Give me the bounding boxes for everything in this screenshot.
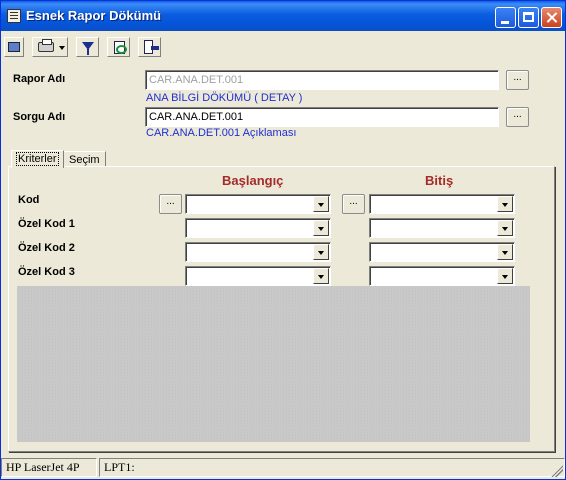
- ozel-kod-3-start-select[interactable]: [185, 266, 331, 286]
- printer-name: HP LaserJet 4P: [1, 458, 97, 477]
- rapor-field[interactable]: CAR.ANA.DET.001: [145, 70, 499, 90]
- exit-button[interactable]: [138, 37, 161, 57]
- chevron-down-icon[interactable]: [313, 196, 329, 212]
- filter-button[interactable]: [76, 37, 99, 57]
- tab-kriterler[interactable]: Kriterler: [11, 150, 64, 168]
- end-header: Bitiş: [425, 173, 454, 188]
- chevron-down-icon[interactable]: [497, 196, 513, 212]
- kod-start-select[interactable]: [185, 194, 331, 214]
- tab-secim-label: Seçim: [69, 154, 100, 166]
- ozel-kod-1-label: Özel Kod 1: [18, 218, 75, 230]
- minimize-button[interactable]: [495, 7, 516, 28]
- print-preview-button[interactable]: [4, 37, 24, 57]
- refresh-icon: [114, 41, 127, 54]
- ozel-kod-1-start-select[interactable]: [185, 218, 331, 238]
- resize-grip-icon[interactable]: [551, 465, 563, 477]
- chevron-down-icon[interactable]: [313, 220, 329, 236]
- start-header: Başlangıç: [222, 173, 284, 188]
- ozel-kod-3-end-select[interactable]: [369, 266, 515, 286]
- tab-kriterler-label: Kriterler: [16, 152, 59, 166]
- tab-secim[interactable]: Seçim: [63, 151, 106, 166]
- sorgu-label: Sorgu Adı: [13, 111, 66, 123]
- chevron-down-icon[interactable]: [59, 46, 65, 50]
- exit-icon: [144, 40, 159, 54]
- rapor-browse-button[interactable]: ...: [506, 70, 529, 90]
- rapor-label: Rapor Adı: [13, 73, 66, 85]
- print-preview-icon: [8, 42, 20, 52]
- printer-port: LPT1:: [99, 458, 565, 477]
- chevron-down-icon[interactable]: [313, 268, 329, 284]
- sorgu-browse-button[interactable]: ...: [506, 107, 529, 127]
- chevron-down-icon[interactable]: [313, 244, 329, 260]
- status-bar: HP LaserJet 4P LPT1:: [1, 457, 565, 479]
- sorgu-field[interactable]: CAR.ANA.DET.001: [145, 107, 499, 127]
- kod-end-browse-button[interactable]: ...: [342, 194, 365, 214]
- print-button[interactable]: [32, 37, 68, 57]
- kod-start-browse-button[interactable]: ...: [159, 194, 182, 214]
- sorgu-description: CAR.ANA.DET.001 Açıklaması: [146, 127, 297, 139]
- ozel-kod-2-end-select[interactable]: [369, 242, 515, 262]
- window-title: Esnek Rapor Dökümü: [26, 8, 162, 23]
- chevron-down-icon[interactable]: [497, 220, 513, 236]
- filter-icon: [82, 42, 94, 55]
- close-button[interactable]: [541, 7, 562, 28]
- title-bar[interactable]: Esnek Rapor Dökümü: [1, 1, 565, 31]
- chevron-down-icon[interactable]: [497, 244, 513, 260]
- refresh-button[interactable]: [107, 37, 130, 57]
- ozel-kod-2-label: Özel Kod 2: [18, 242, 75, 254]
- rapor-description: ANA BİLGİ DÖKÜMÜ ( DETAY ): [146, 92, 303, 104]
- printer-icon: [38, 39, 54, 52]
- ozel-kod-1-end-select[interactable]: [369, 218, 515, 238]
- ozel-kod-3-label: Özel Kod 3: [18, 266, 75, 278]
- report-window: Esnek Rapor Dökümü Rapor Adı CAR.ANA.DET…: [0, 0, 566, 480]
- kod-label: Kod: [18, 194, 40, 206]
- ozel-kod-2-start-select[interactable]: [185, 242, 331, 262]
- maximize-button[interactable]: [518, 7, 539, 28]
- app-icon: [7, 9, 21, 23]
- selection-grid-area: [17, 286, 530, 442]
- kod-end-select[interactable]: [369, 194, 515, 214]
- chevron-down-icon[interactable]: [497, 268, 513, 284]
